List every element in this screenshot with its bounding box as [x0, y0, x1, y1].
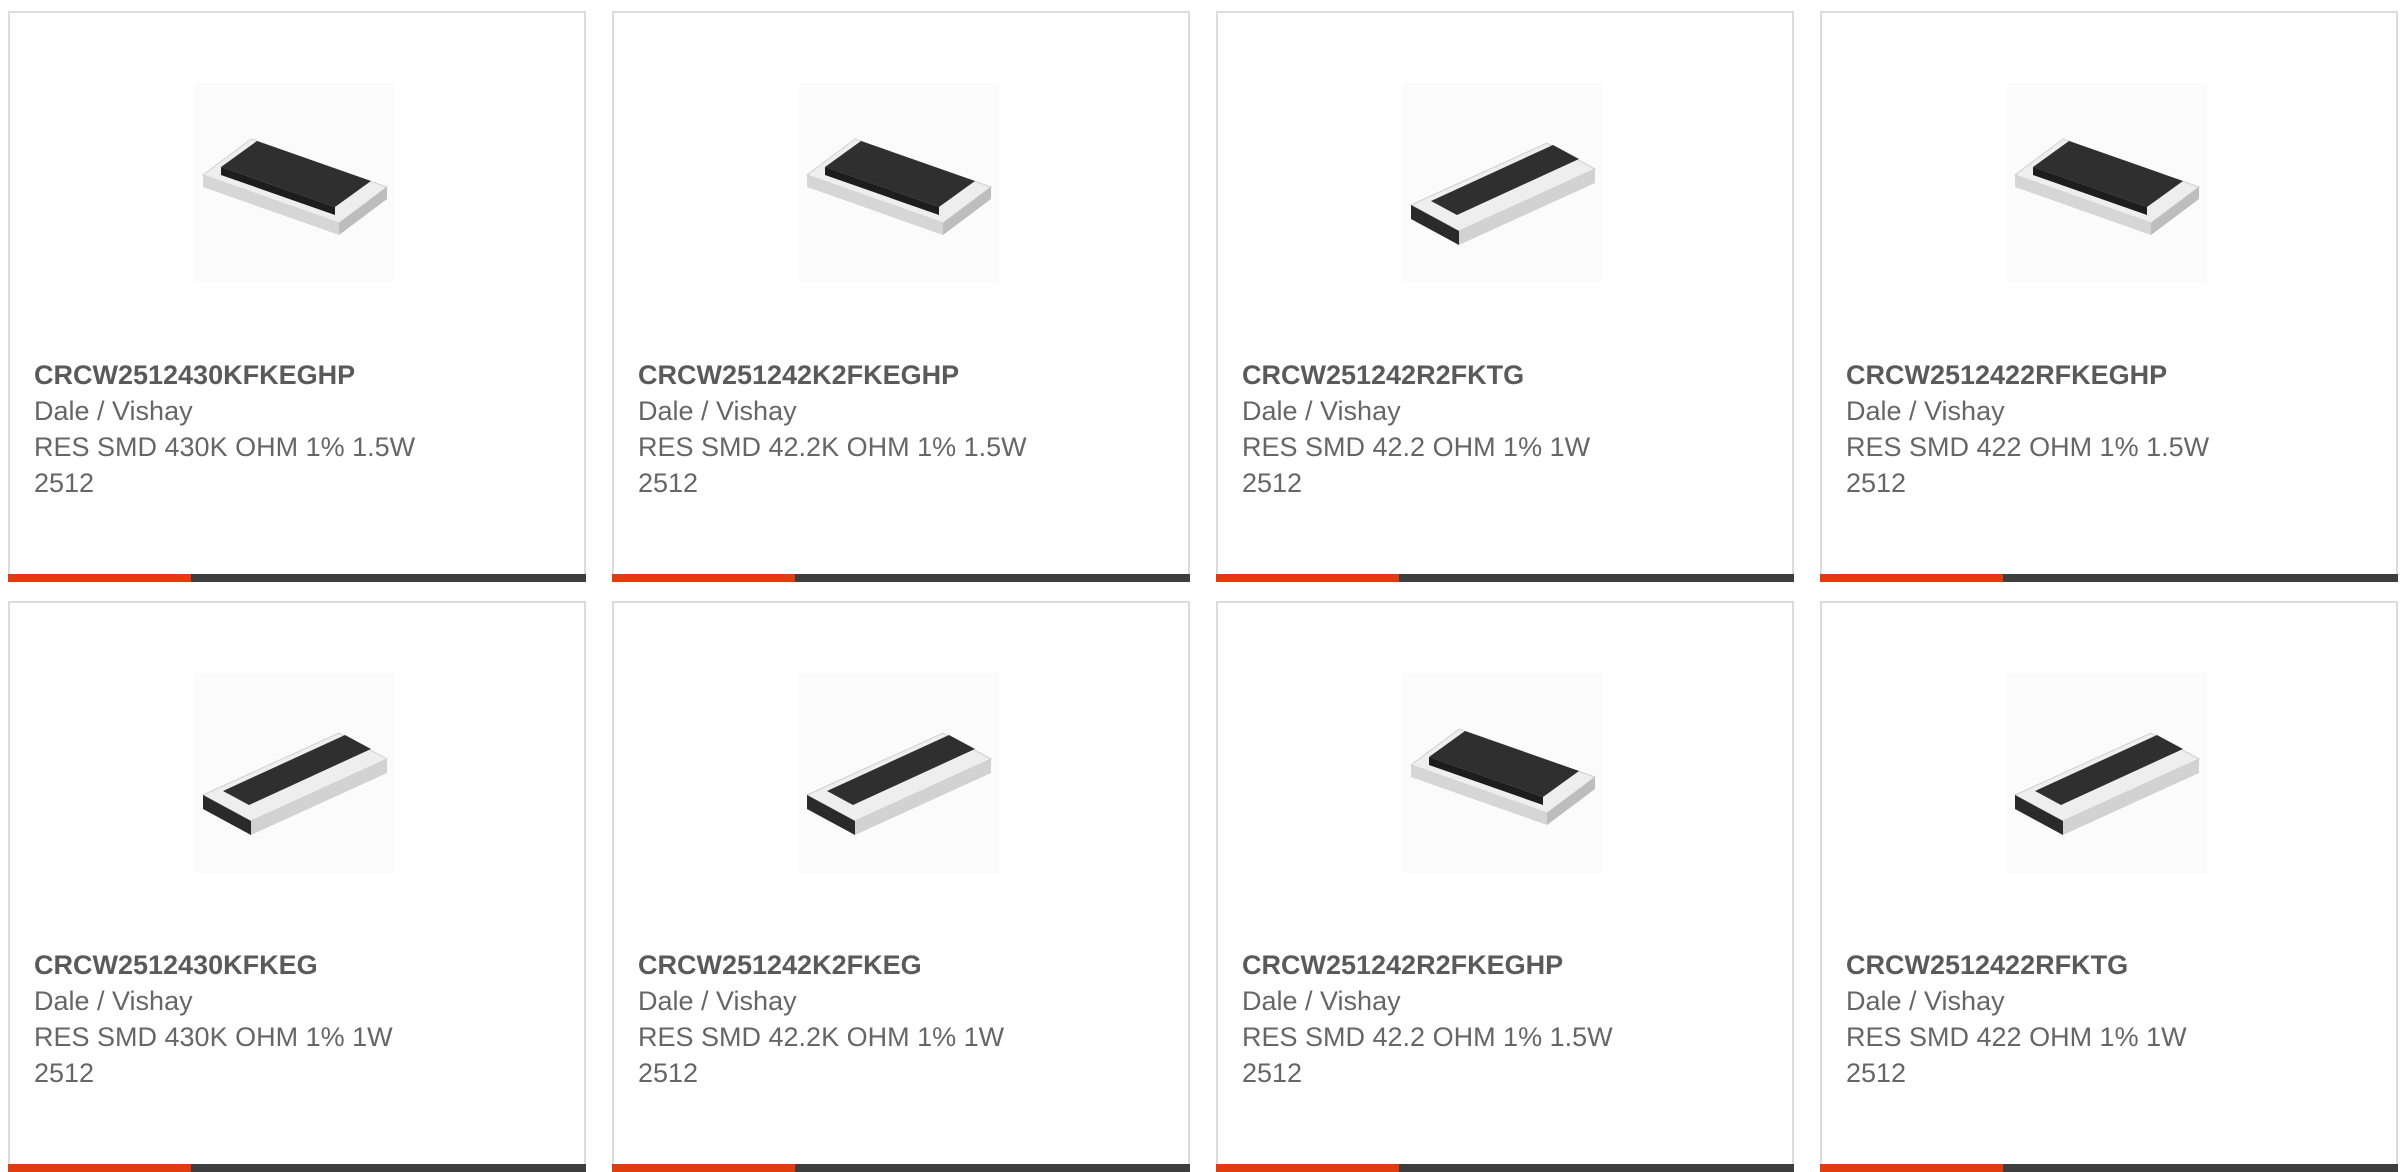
part-number[interactable]: CRCW2512422RFKEGHP	[1846, 357, 2376, 393]
manufacturer: Dale / Vishay	[1242, 396, 1401, 426]
card-accent-bar	[1216, 1164, 1794, 1172]
product-image[interactable]	[799, 83, 999, 283]
package-size: 2512	[638, 1058, 699, 1088]
product-card[interactable]: CRCW251242R2FKEGHP Dale / Vishay RES SMD…	[1216, 601, 1794, 1172]
description: RES SMD 430K OHM 1% 1.5W	[34, 432, 416, 462]
card-accent-bar	[8, 1164, 586, 1172]
smd-resistor-chip-icon	[2013, 732, 2201, 835]
part-number[interactable]: CRCW251242R2FKTG	[1242, 357, 1772, 393]
product-card[interactable]: CRCW2512430KFKEGHP Dale / Vishay RES SMD…	[8, 11, 586, 582]
product-image[interactable]	[2007, 83, 2207, 283]
description: RES SMD 42.2 OHM 1% 1.5W	[1242, 1022, 1613, 1052]
part-number[interactable]: CRCW251242K2FKEG	[638, 947, 1168, 983]
part-number[interactable]: CRCW2512422RFKTG	[1846, 947, 2376, 983]
manufacturer: Dale / Vishay	[1846, 396, 2005, 426]
smd-resistor-chip-icon	[1409, 728, 1597, 825]
product-image[interactable]	[1403, 673, 1603, 873]
description: RES SMD 42.2K OHM 1% 1W	[638, 1022, 1005, 1052]
manufacturer: Dale / Vishay	[1242, 986, 1401, 1016]
card-accent-bar	[1820, 574, 2398, 582]
product-card[interactable]: CRCW2512422RFKEGHP Dale / Vishay RES SMD…	[1820, 11, 2398, 582]
product-card[interactable]: CRCW2512422RFKTG Dale / Vishay RES SMD 4…	[1820, 601, 2398, 1172]
package-size: 2512	[1846, 1058, 1907, 1088]
part-number[interactable]: CRCW2512430KFKEGHP	[34, 357, 564, 393]
manufacturer: Dale / Vishay	[638, 986, 797, 1016]
package-size: 2512	[1242, 468, 1303, 498]
smd-resistor-chip-icon	[201, 732, 389, 835]
description: RES SMD 42.2 OHM 1% 1W	[1242, 432, 1591, 462]
description: RES SMD 42.2K OHM 1% 1.5W	[638, 432, 1027, 462]
smd-resistor-chip-icon	[1409, 142, 1597, 245]
manufacturer: Dale / Vishay	[34, 986, 193, 1016]
description: RES SMD 422 OHM 1% 1W	[1846, 1022, 2187, 1052]
product-card[interactable]: CRCW251242K2FKEGHP Dale / Vishay RES SMD…	[612, 11, 1190, 582]
product-card[interactable]: CRCW251242R2FKTG Dale / Vishay RES SMD 4…	[1216, 11, 1794, 582]
smd-resistor-chip-icon	[805, 732, 993, 835]
product-card[interactable]: CRCW2512430KFKEG Dale / Vishay RES SMD 4…	[8, 601, 586, 1172]
part-number[interactable]: CRCW251242K2FKEGHP	[638, 357, 1168, 393]
product-image[interactable]	[195, 673, 395, 873]
card-accent-bar	[1216, 574, 1794, 582]
card-accent-bar	[612, 1164, 1190, 1172]
smd-resistor-chip-icon	[2013, 138, 2201, 235]
description: RES SMD 422 OHM 1% 1.5W	[1846, 432, 2210, 462]
package-size: 2512	[34, 1058, 95, 1088]
description: RES SMD 430K OHM 1% 1W	[34, 1022, 393, 1052]
smd-resistor-chip-icon	[201, 138, 389, 235]
smd-resistor-chip-icon	[805, 138, 993, 235]
part-number[interactable]: CRCW2512430KFKEG	[34, 947, 564, 983]
part-number[interactable]: CRCW251242R2FKEGHP	[1242, 947, 1772, 983]
card-accent-bar	[612, 574, 1190, 582]
product-grid: CRCW2512430KFKEGHP Dale / Vishay RES SMD…	[8, 11, 2398, 1172]
product-card[interactable]: CRCW251242K2FKEG Dale / Vishay RES SMD 4…	[612, 601, 1190, 1172]
manufacturer: Dale / Vishay	[1846, 986, 2005, 1016]
package-size: 2512	[638, 468, 699, 498]
package-size: 2512	[34, 468, 95, 498]
manufacturer: Dale / Vishay	[638, 396, 797, 426]
product-image[interactable]	[799, 673, 999, 873]
package-size: 2512	[1846, 468, 1907, 498]
product-image[interactable]	[195, 83, 395, 283]
manufacturer: Dale / Vishay	[34, 396, 193, 426]
package-size: 2512	[1242, 1058, 1303, 1088]
product-image[interactable]	[2007, 673, 2207, 873]
card-accent-bar	[1820, 1164, 2398, 1172]
product-image[interactable]	[1403, 83, 1603, 283]
card-accent-bar	[8, 574, 586, 582]
